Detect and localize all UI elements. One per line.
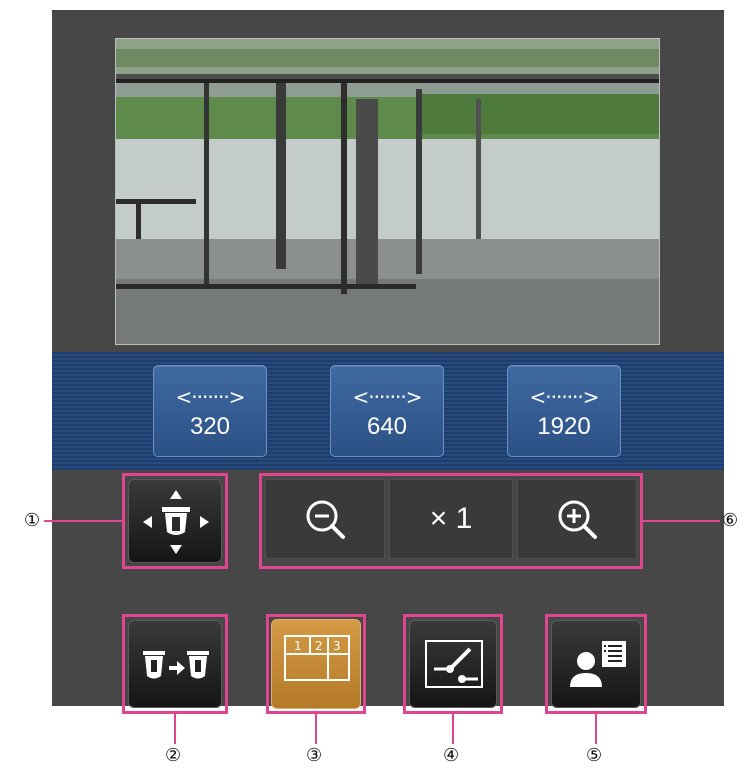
callout-3: ③ [306, 745, 323, 766]
svg-text:3: 3 [333, 639, 341, 653]
brightness-adjust-button[interactable] [409, 620, 497, 708]
callout-line-2 [174, 714, 176, 744]
brightness-adjust-icon [425, 640, 483, 688]
pan-tilt-control-icon [143, 490, 209, 554]
callout-line-6 [642, 520, 720, 522]
resolution-label: 640 [366, 413, 408, 440]
callout-line-4 [452, 714, 454, 744]
resolution-label: 1920 [537, 413, 591, 440]
zoom-in-icon [558, 500, 597, 539]
camera-switch-button[interactable] [128, 620, 222, 708]
resize-arrow-icon: <·······> [529, 385, 599, 409]
pan-tilt-control-button[interactable] [128, 479, 222, 563]
svg-text:2: 2 [315, 639, 323, 653]
resize-arrow-icon: <·······> [175, 385, 245, 409]
camera-live-image[interactable] [115, 38, 660, 345]
camera-switch-icon [143, 651, 209, 679]
resolution-320-button[interactable]: <·······> 320 [153, 365, 267, 457]
callout-5: ⑤ [586, 745, 603, 766]
multiscreen-icon: 1 2 3 [284, 635, 350, 681]
user-list-button[interactable] [551, 620, 641, 708]
callout-2: ② [165, 745, 182, 766]
callout-6: ⑥ [722, 510, 739, 531]
resolution-640-button[interactable]: <·······> 640 [330, 365, 444, 457]
callout-line-5 [595, 714, 597, 744]
callout-line-1 [44, 520, 124, 522]
resolution-1920-button[interactable]: <·······> 1920 [507, 365, 621, 457]
callout-1: ① [24, 510, 41, 531]
svg-text:1: 1 [294, 639, 302, 653]
callout-4: ④ [443, 745, 460, 766]
multiscreen-button[interactable]: 1 2 3 [271, 619, 361, 709]
zoom-level-label: × 1 [429, 502, 473, 535]
callout-line-3 [315, 714, 317, 744]
resize-arrow-icon: <·······> [352, 385, 422, 409]
zoom-in-button[interactable] [517, 479, 637, 559]
zoom-level-display: × 1 [389, 479, 513, 559]
user-list-icon [570, 641, 626, 687]
resolution-label: 320 [189, 413, 231, 440]
zoom-out-button[interactable] [265, 479, 385, 559]
zoom-out-icon [306, 500, 345, 539]
